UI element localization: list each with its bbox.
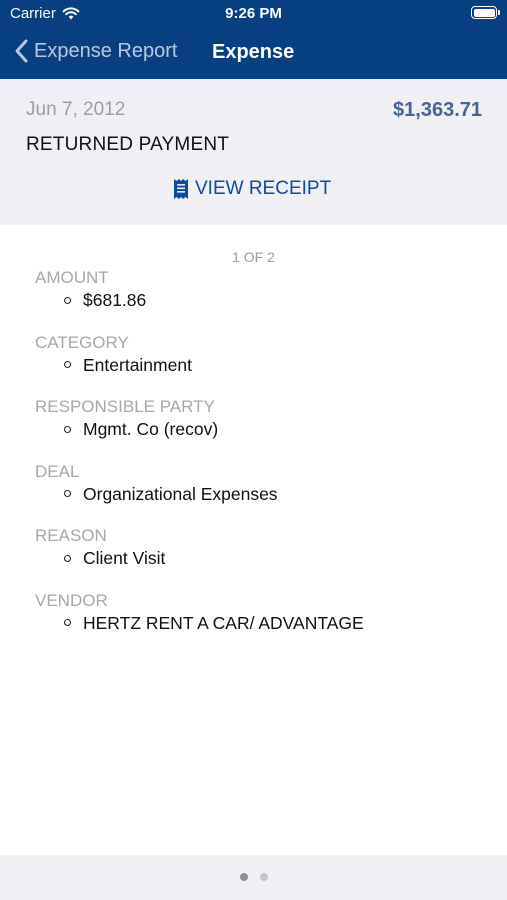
- bullet-icon: [64, 296, 71, 304]
- detail-fields: AMOUNT $681.86 CATEGORY Entertainment RE…: [35, 267, 364, 654]
- page-title: Expense: [212, 41, 295, 63]
- bullet-icon: [64, 425, 71, 433]
- page-indicator: 1 OF 2: [232, 249, 275, 265]
- navigation-bar: Expense Report Expense: [0, 28, 507, 79]
- field-responsible-party: RESPONSIBLE PARTY Mgmt. Co (recov): [35, 396, 364, 461]
- field-label: DEAL: [35, 461, 80, 481]
- back-button[interactable]: Expense Report: [14, 38, 177, 64]
- field-deal: DEAL Organizational Expenses: [35, 461, 364, 526]
- bullet-icon: [64, 619, 71, 626]
- expense-payee: RETURNED PAYMENT: [26, 134, 230, 155]
- field-label: REASON: [35, 526, 107, 545]
- expense-summary: Jun 7, 2012 $1,363.71 RETURNED PAYMENT V…: [0, 79, 507, 225]
- pager-footer: [0, 855, 507, 900]
- field-value: Mgmt. Co (recov): [83, 419, 219, 439]
- field-category: CATEGORY Entertainment: [35, 332, 364, 397]
- expense-date: Jun 7, 2012: [26, 99, 126, 120]
- bullet-icon: [64, 361, 71, 368]
- field-label: VENDOR: [35, 590, 108, 610]
- battery-icon: [471, 6, 500, 19]
- field-label: RESPONSIBLE PARTY: [35, 397, 215, 416]
- bullet-icon: [64, 490, 71, 497]
- page-dot-2[interactable]: [259, 873, 268, 881]
- field-value: Entertainment: [83, 354, 192, 375]
- status-time: 9:26 PM: [225, 5, 282, 22]
- page-dot-1[interactable]: [239, 873, 248, 881]
- back-button-label: Expense Report: [34, 39, 178, 62]
- field-amount: AMOUNT $681.86: [35, 267, 364, 332]
- receipt-icon: [174, 179, 188, 199]
- chevron-left-icon: [15, 39, 28, 63]
- field-value: Organizational Expenses: [83, 483, 278, 504]
- field-reason: REASON Client Visit: [35, 525, 364, 590]
- field-value: $681.86: [83, 290, 147, 310]
- expense-total: $1,363.71: [393, 99, 482, 121]
- field-label: CATEGORY: [35, 332, 129, 352]
- page-control[interactable]: [0, 873, 507, 881]
- status-bar: Carrier 9:26 PM: [0, 0, 507, 28]
- field-vendor: VENDOR HERTZ RENT A CAR/ ADVANTAGE: [35, 590, 364, 655]
- field-value: HERTZ RENT A CAR/ ADVANTAGE: [83, 612, 364, 633]
- expense-detail[interactable]: 1 OF 2 AMOUNT $681.86 CATEGORY Entertain…: [0, 225, 507, 855]
- bullet-icon: [64, 554, 71, 562]
- view-receipt-label: VIEW RECEIPT: [195, 178, 332, 199]
- field-value: Client Visit: [83, 548, 166, 568]
- field-label: AMOUNT: [35, 268, 109, 287]
- view-receipt-button[interactable]: VIEW RECEIPT: [173, 178, 331, 200]
